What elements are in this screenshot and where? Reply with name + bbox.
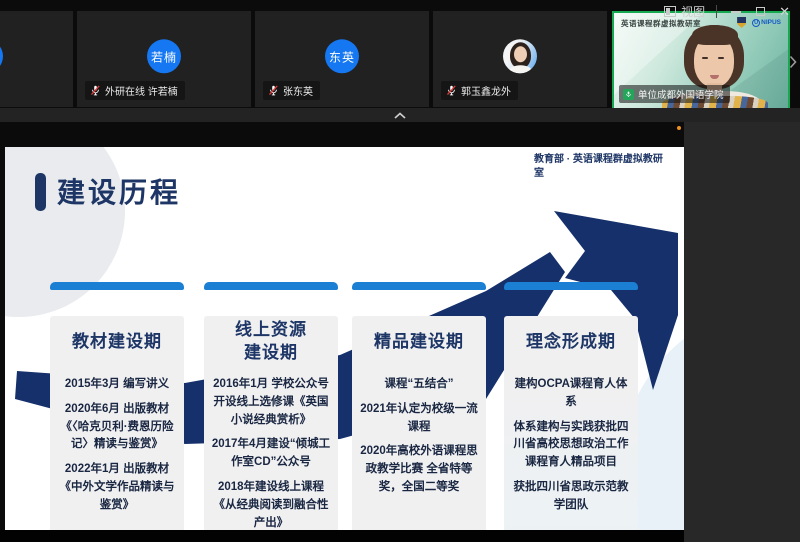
participant-name: 外研在线 许若楠 <box>105 83 178 98</box>
participant-label: 外研在线 许若楠 <box>85 81 185 100</box>
timeline-card-3: 精品建设期 课程“五结合” 2021年认定为校级一流课程 2020年高校外语课程… <box>352 282 486 528</box>
timeline-card-4: 理念形成期 建构OCPA课程育人体系 体系建构与实践获批四川省高校思想政治工作课… <box>504 282 638 528</box>
video-tile[interactable]: 郭玉鑫龙外 <box>433 11 607 107</box>
slide-title: 建设历程 <box>57 171 181 211</box>
card-item: 体系建构与实践获批四川省高校思想政治工作课程育人精品项目 <box>509 419 633 472</box>
speaker-eye <box>718 57 724 59</box>
card-header: 教材建设期 <box>55 316 179 368</box>
speaker-eye <box>702 57 708 59</box>
collapse-strip-bar[interactable] <box>0 108 800 122</box>
card-item: 2018年建设线上课程《从经典阅读到融合性产出》 <box>209 479 333 530</box>
maximize-button[interactable] <box>756 7 765 16</box>
card-header: 线上资源建设期 <box>209 316 333 368</box>
card-item: 获批四川省思政示范教学团队 <box>509 479 633 515</box>
video-tile-partial[interactable] <box>0 11 73 107</box>
participant-name: 郭玉鑫龙外 <box>461 83 511 98</box>
titlebar-divider <box>716 5 717 18</box>
card-items: 2015年3月 编写讲义 2020年6月 出版教材《〈哈克贝利·费恩历险记〉精读… <box>55 376 179 515</box>
slide-title-block: 建设历程 <box>35 171 181 211</box>
view-button-label: 视图 <box>681 3 705 20</box>
card-top-bar <box>50 282 184 290</box>
card-body: 线上资源建设期 2016年1月 学校公众号开设线上选修课《英国小说经典赏析》 2… <box>204 316 338 530</box>
screen-share-letterbox <box>0 530 684 542</box>
mic-muted-icon <box>268 85 279 96</box>
titlebar: 视图 ✕ <box>664 3 790 20</box>
video-tile[interactable]: 东英 张东英 <box>255 11 429 107</box>
mic-muted-icon <box>90 85 101 96</box>
view-button[interactable]: 视图 <box>664 3 705 20</box>
card-item: 建构OCPA课程育人体系 <box>509 376 633 412</box>
close-button[interactable]: ✕ <box>779 5 790 18</box>
card-top-bar <box>204 282 338 290</box>
card-top-bar <box>504 282 638 290</box>
card-body: 精品建设期 课程“五结合” 2021年认定为校级一流课程 2020年高校外语课程… <box>352 316 486 530</box>
card-item: 2015年3月 编写讲义 <box>55 376 179 394</box>
title-accent-bar <box>35 173 46 211</box>
view-layout-icon <box>664 6 676 17</box>
participant-label: 郭玉鑫龙外 <box>441 81 518 100</box>
card-item: 2021年认定为校级一流课程 <box>357 401 481 437</box>
avatar-body <box>509 65 532 73</box>
avatar: 东英 <box>325 39 359 73</box>
card-item: 2016年1月 学校公众号开设线上选修课《英国小说经典赏析》 <box>209 376 333 429</box>
chevron-up-icon <box>393 112 407 119</box>
status-dot <box>677 126 681 130</box>
speaker-label: 单位成都外国语学院 <box>619 85 730 103</box>
shared-slide: 建设历程 教育部 · 英语课程群虚拟教研室 教材建设期 2015年3月 编写讲义… <box>5 147 684 530</box>
video-tile[interactable]: 若楠 外研在线 许若楠 <box>77 11 251 107</box>
card-header: 精品建设期 <box>357 316 481 368</box>
avatar: 若楠 <box>147 39 181 73</box>
card-body: 教材建设期 2015年3月 编写讲义 2020年6月 出版教材《〈哈克贝利·费恩… <box>50 316 184 530</box>
screen-share-margin <box>684 122 800 542</box>
card-items: 课程“五结合” 2021年认定为校级一流课程 2020年高校外语课程思政教学比赛… <box>357 376 481 497</box>
mic-active-icon <box>623 89 634 100</box>
avatar <box>0 39 3 73</box>
card-item: 2020年高校外语课程思政教学比赛 全省特等奖，全国二等奖 <box>357 443 481 496</box>
timeline-card-2: 线上资源建设期 2016年1月 学校公众号开设线上选修课《英国小说经典赏析》 2… <box>204 282 338 528</box>
card-items: 2016年1月 学校公众号开设线上选修课《英国小说经典赏析》 2017年4月建设… <box>209 376 333 530</box>
card-item: 2020年6月 出版教材《〈哈克贝利·费恩历险记〉精读与鉴赏》 <box>55 401 179 454</box>
avatar-photo <box>503 39 537 73</box>
card-item: 课程“五结合” <box>357 376 481 394</box>
minimize-button[interactable] <box>731 11 741 13</box>
card-item: 2017年4月建设“倾城工作室CD”公众号 <box>209 436 333 472</box>
expand-panel-arrow[interactable] <box>789 54 799 70</box>
card-header: 理念形成期 <box>509 316 633 368</box>
speaker-name: 单位成都外国语学院 <box>638 87 724 101</box>
chevron-right-icon <box>789 55 797 69</box>
card-items: 建构OCPA课程育人体系 体系建构与实践获批四川省高校思想政治工作课程育人精品项… <box>509 376 633 515</box>
participant-label: 张东英 <box>263 81 320 100</box>
card-top-bar <box>352 282 486 290</box>
unipus-text: NIPUS <box>761 19 781 26</box>
active-speaker-tile[interactable]: 英语课程群虚拟教研室 U NIPUS 单位成都外国语学院 <box>612 11 790 110</box>
avatar-face <box>514 46 527 62</box>
mic-muted-icon <box>446 85 457 96</box>
card-body: 理念形成期 建构OCPA课程育人体系 体系建构与实践获批四川省高校思想政治工作课… <box>504 316 638 530</box>
timeline-card-1: 教材建设期 2015年3月 编写讲义 2020年6月 出版教材《〈哈克贝利·费恩… <box>50 282 184 528</box>
participant-name: 张东英 <box>283 83 313 98</box>
speaker-fringe <box>692 25 738 45</box>
card-item: 2022年1月 出版教材《中外文学作品精读与鉴赏》 <box>55 461 179 514</box>
slide-affiliation: 教育部 · 英语课程群虚拟教研室 <box>534 153 668 180</box>
meeting-window: 视图 ✕ 若楠 外研在线 许若楠 东英 张东英 郭玉鑫龙外 <box>0 0 800 542</box>
